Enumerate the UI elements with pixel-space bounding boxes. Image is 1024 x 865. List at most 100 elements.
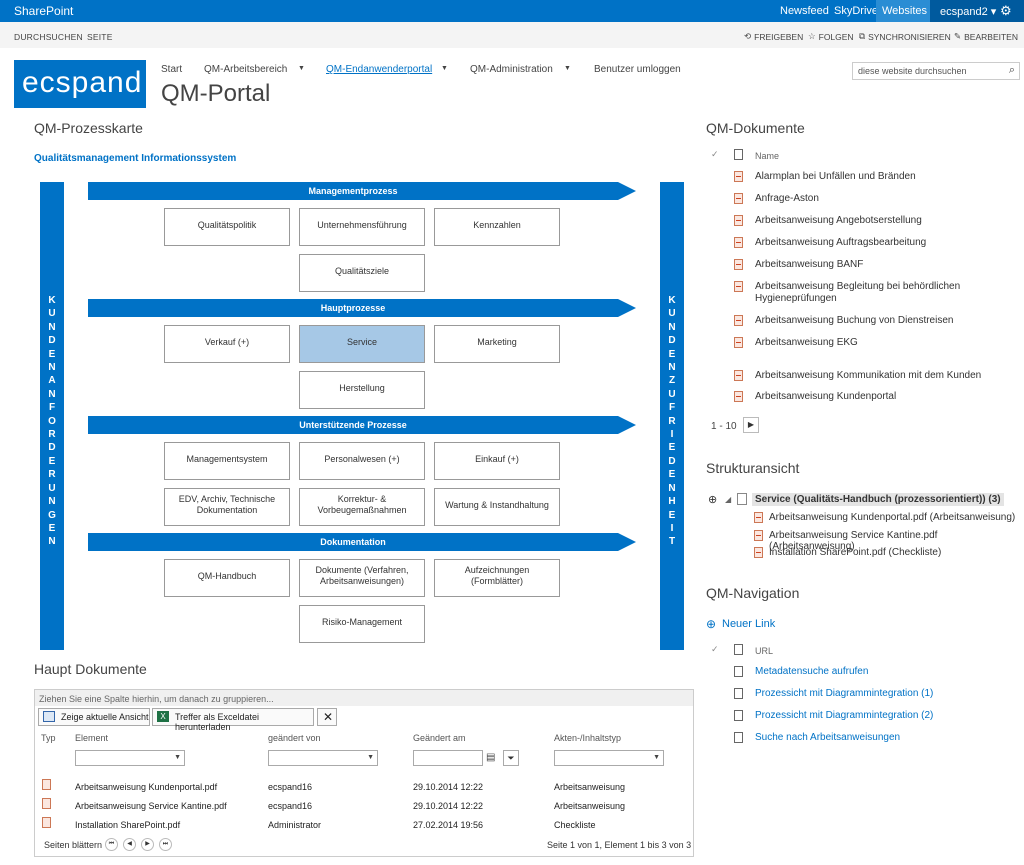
process-herstellung[interactable]: Herstellung (299, 371, 425, 409)
tree-item[interactable]: Installation SharePoint.pdf (Checkliste) (769, 547, 941, 558)
show-view-button[interactable]: Zeige aktuelle Ansicht (38, 708, 150, 726)
column-name[interactable]: Name (755, 151, 779, 161)
doc-item[interactable]: Arbeitsanweisung EKG (755, 337, 1015, 348)
gear-icon[interactable]: ⚙ (1000, 3, 1014, 18)
filter-inhaltstyp[interactable]: ▼ (554, 750, 664, 766)
websites-link[interactable]: Websites (876, 0, 934, 22)
pdf-icon (734, 237, 743, 248)
cell-element[interactable]: Installation SharePoint.pdf (75, 820, 180, 830)
next-page-button[interactable]: ▶ (141, 838, 154, 851)
process-personalwesen[interactable]: Personalwesen (+) (299, 442, 425, 480)
filter-geaendert-von[interactable]: ▼ (268, 750, 378, 766)
next-page-button[interactable]: ▶ (743, 417, 759, 433)
col-inhaltstyp[interactable]: Akten-/Inhaltstyp (554, 733, 621, 743)
cell-element[interactable]: Arbeitsanweisung Service Kantine.pdf (75, 801, 227, 811)
process-kennzahlen[interactable]: Kennzahlen (434, 208, 560, 246)
check-icon[interactable]: ✓ (711, 644, 719, 655)
filter-date[interactable] (413, 750, 483, 766)
process-qm-handbuch[interactable]: QM-Handbuch (164, 559, 290, 597)
doc-item[interactable]: Arbeitsanweisung Auftragsbearbeitung (755, 237, 1015, 248)
nav-start[interactable]: Start (161, 64, 182, 75)
prev-page-button[interactable]: ◀ (123, 838, 136, 851)
doc-item[interactable]: Arbeitsanweisung Angebotserstellung (755, 215, 1015, 226)
check-icon[interactable]: ✓ (711, 149, 719, 160)
sharepoint-brand[interactable]: SharePoint (14, 4, 73, 18)
process-qualitaetsziele[interactable]: Qualitätsziele (299, 254, 425, 292)
new-link-button[interactable]: Neuer Link (722, 618, 775, 630)
nav-qm-administration[interactable]: QM-Administration (470, 64, 553, 75)
ecspand-logo[interactable]: ecspand (14, 60, 146, 108)
process-einkauf[interactable]: Einkauf (+) (434, 442, 560, 480)
process-managementsystem[interactable]: Managementsystem (164, 442, 290, 480)
nav-link[interactable]: Metadatensuche aufrufen (755, 666, 868, 677)
cell-element[interactable]: Arbeitsanweisung Kundenportal.pdf (75, 782, 217, 792)
process-verkauf[interactable]: Verkauf (+) (164, 325, 290, 363)
doc-item[interactable]: Arbeitsanweisung BANF (755, 259, 1015, 270)
doc-item[interactable]: Arbeitsanweisung Begleitung bei behördli… (755, 281, 965, 305)
search-input[interactable]: diese website durchsuchen ⌕ (852, 62, 1020, 80)
process-edv-archiv[interactable]: EDV, Archiv, Technische Dokumentation (164, 488, 290, 526)
tree-root[interactable]: Service (Qualitäts-Handbuch (prozessorie… (752, 493, 1004, 506)
nav-link[interactable]: Prozessicht mit Diagrammintegration (2) (755, 710, 933, 721)
clear-filter-button[interactable]: ✕ (317, 708, 337, 726)
doc-item[interactable]: Alarmplan bei Unfällen und Bränden (755, 171, 1015, 182)
sync-button[interactable]: ⧉ SYNCHRONISIEREN (859, 31, 951, 42)
excel-export-button[interactable]: X Treffer als Exceldatei herunterladen (152, 708, 314, 732)
last-page-button[interactable]: ⏭ (159, 838, 172, 851)
process-aufzeichnungen[interactable]: Aufzeichnungen (Formblätter) (434, 559, 560, 597)
arrow-up-icon[interactable]: ⊕ (708, 493, 717, 506)
process-dokumente[interactable]: Dokumente (Verfahren, Arbeitsanweisungen… (299, 559, 425, 597)
folder-icon (737, 493, 747, 505)
calendar-icon[interactable]: ▤ (486, 752, 495, 763)
collapse-icon[interactable]: ◢ (725, 495, 731, 504)
follow-button[interactable]: ☆ FOLGEN (808, 31, 854, 42)
prozesskarte-subtitle[interactable]: Qualitätsmanagement Informationssystem (34, 153, 236, 164)
col-geaendert-von[interactable]: geändert von (268, 733, 321, 743)
process-korrektur[interactable]: Korrektur- & Vorbeugemaßnahmen (299, 488, 425, 526)
chevron-down-icon[interactable]: ▼ (564, 65, 571, 72)
plus-icon[interactable]: ⊕ (706, 617, 716, 631)
process-service[interactable]: Service (299, 325, 425, 363)
doc-item[interactable]: Anfrage-Aston (755, 193, 1015, 204)
nav-link[interactable]: Suche nach Arbeitsanweisungen (755, 732, 900, 743)
col-element[interactable]: Element (75, 733, 108, 743)
nav-qm-arbeitsbereich[interactable]: QM-Arbeitsbereich (204, 64, 287, 75)
col-geaendert-am[interactable]: Geändert am (413, 733, 466, 743)
process-wartung[interactable]: Wartung & Instandhaltung (434, 488, 560, 526)
nav-link[interactable]: Prozessicht mit Diagrammintegration (1) (755, 688, 933, 699)
pdf-icon (734, 259, 743, 270)
col-typ[interactable]: Typ (41, 733, 56, 743)
page-icon (734, 666, 743, 677)
tab-seite[interactable]: SEITE (87, 32, 113, 42)
doc-item[interactable]: Arbeitsanweisung Buchung von Dienstreise… (755, 315, 1015, 326)
share-button[interactable]: ⟲ FREIGEBEN (744, 31, 803, 42)
edit-button[interactable]: ✎ BEARBEITEN (954, 31, 1018, 42)
tree-item[interactable]: Arbeitsanweisung Kundenportal.pdf (Arbei… (769, 512, 1015, 523)
pdf-icon (734, 337, 743, 348)
doc-item[interactable]: Arbeitsanweisung Kundenportal (755, 391, 1015, 402)
filter-icon[interactable]: ⏷ (503, 750, 519, 766)
skydrive-link[interactable]: SkyDrive (834, 5, 878, 17)
process-qualitaetspolitik[interactable]: Qualitätspolitik (164, 208, 290, 246)
strukturansicht-heading: Strukturansicht (706, 460, 800, 476)
tab-durchsuchen[interactable]: DURCHSUCHEN (14, 32, 83, 42)
chevron-down-icon[interactable]: ▼ (441, 65, 448, 72)
nav-benutzer-umloggen[interactable]: Benutzer umloggen (594, 64, 681, 75)
sync-icon: ⧉ (859, 31, 866, 41)
process-marketing[interactable]: Marketing (434, 325, 560, 363)
search-icon[interactable]: ⌕ (1009, 64, 1015, 77)
pencil-icon: ✎ (954, 31, 962, 41)
first-page-button[interactable]: ⏮ (105, 838, 118, 851)
filter-element[interactable]: ▼ (75, 750, 185, 766)
column-url[interactable]: URL (755, 646, 773, 656)
doc-item[interactable]: Arbeitsanweisung Kommunikation mit dem K… (755, 370, 1015, 381)
chevron-down-icon[interactable]: ▼ (653, 754, 660, 761)
chevron-down-icon[interactable]: ▼ (298, 65, 305, 72)
process-unternehmensfuehrung[interactable]: Unternehmensführung (299, 208, 425, 246)
process-risiko-management[interactable]: Risiko-Management (299, 605, 425, 643)
group-drop-zone[interactable]: Ziehen Sie eine Spalte hierhin, um danac… (35, 690, 693, 706)
nav-qm-endanwenderportal[interactable]: QM-Endanwenderportal (326, 64, 432, 75)
newsfeed-link[interactable]: Newsfeed (780, 5, 829, 17)
chevron-down-icon[interactable]: ▼ (174, 754, 181, 761)
chevron-down-icon[interactable]: ▼ (367, 754, 374, 761)
